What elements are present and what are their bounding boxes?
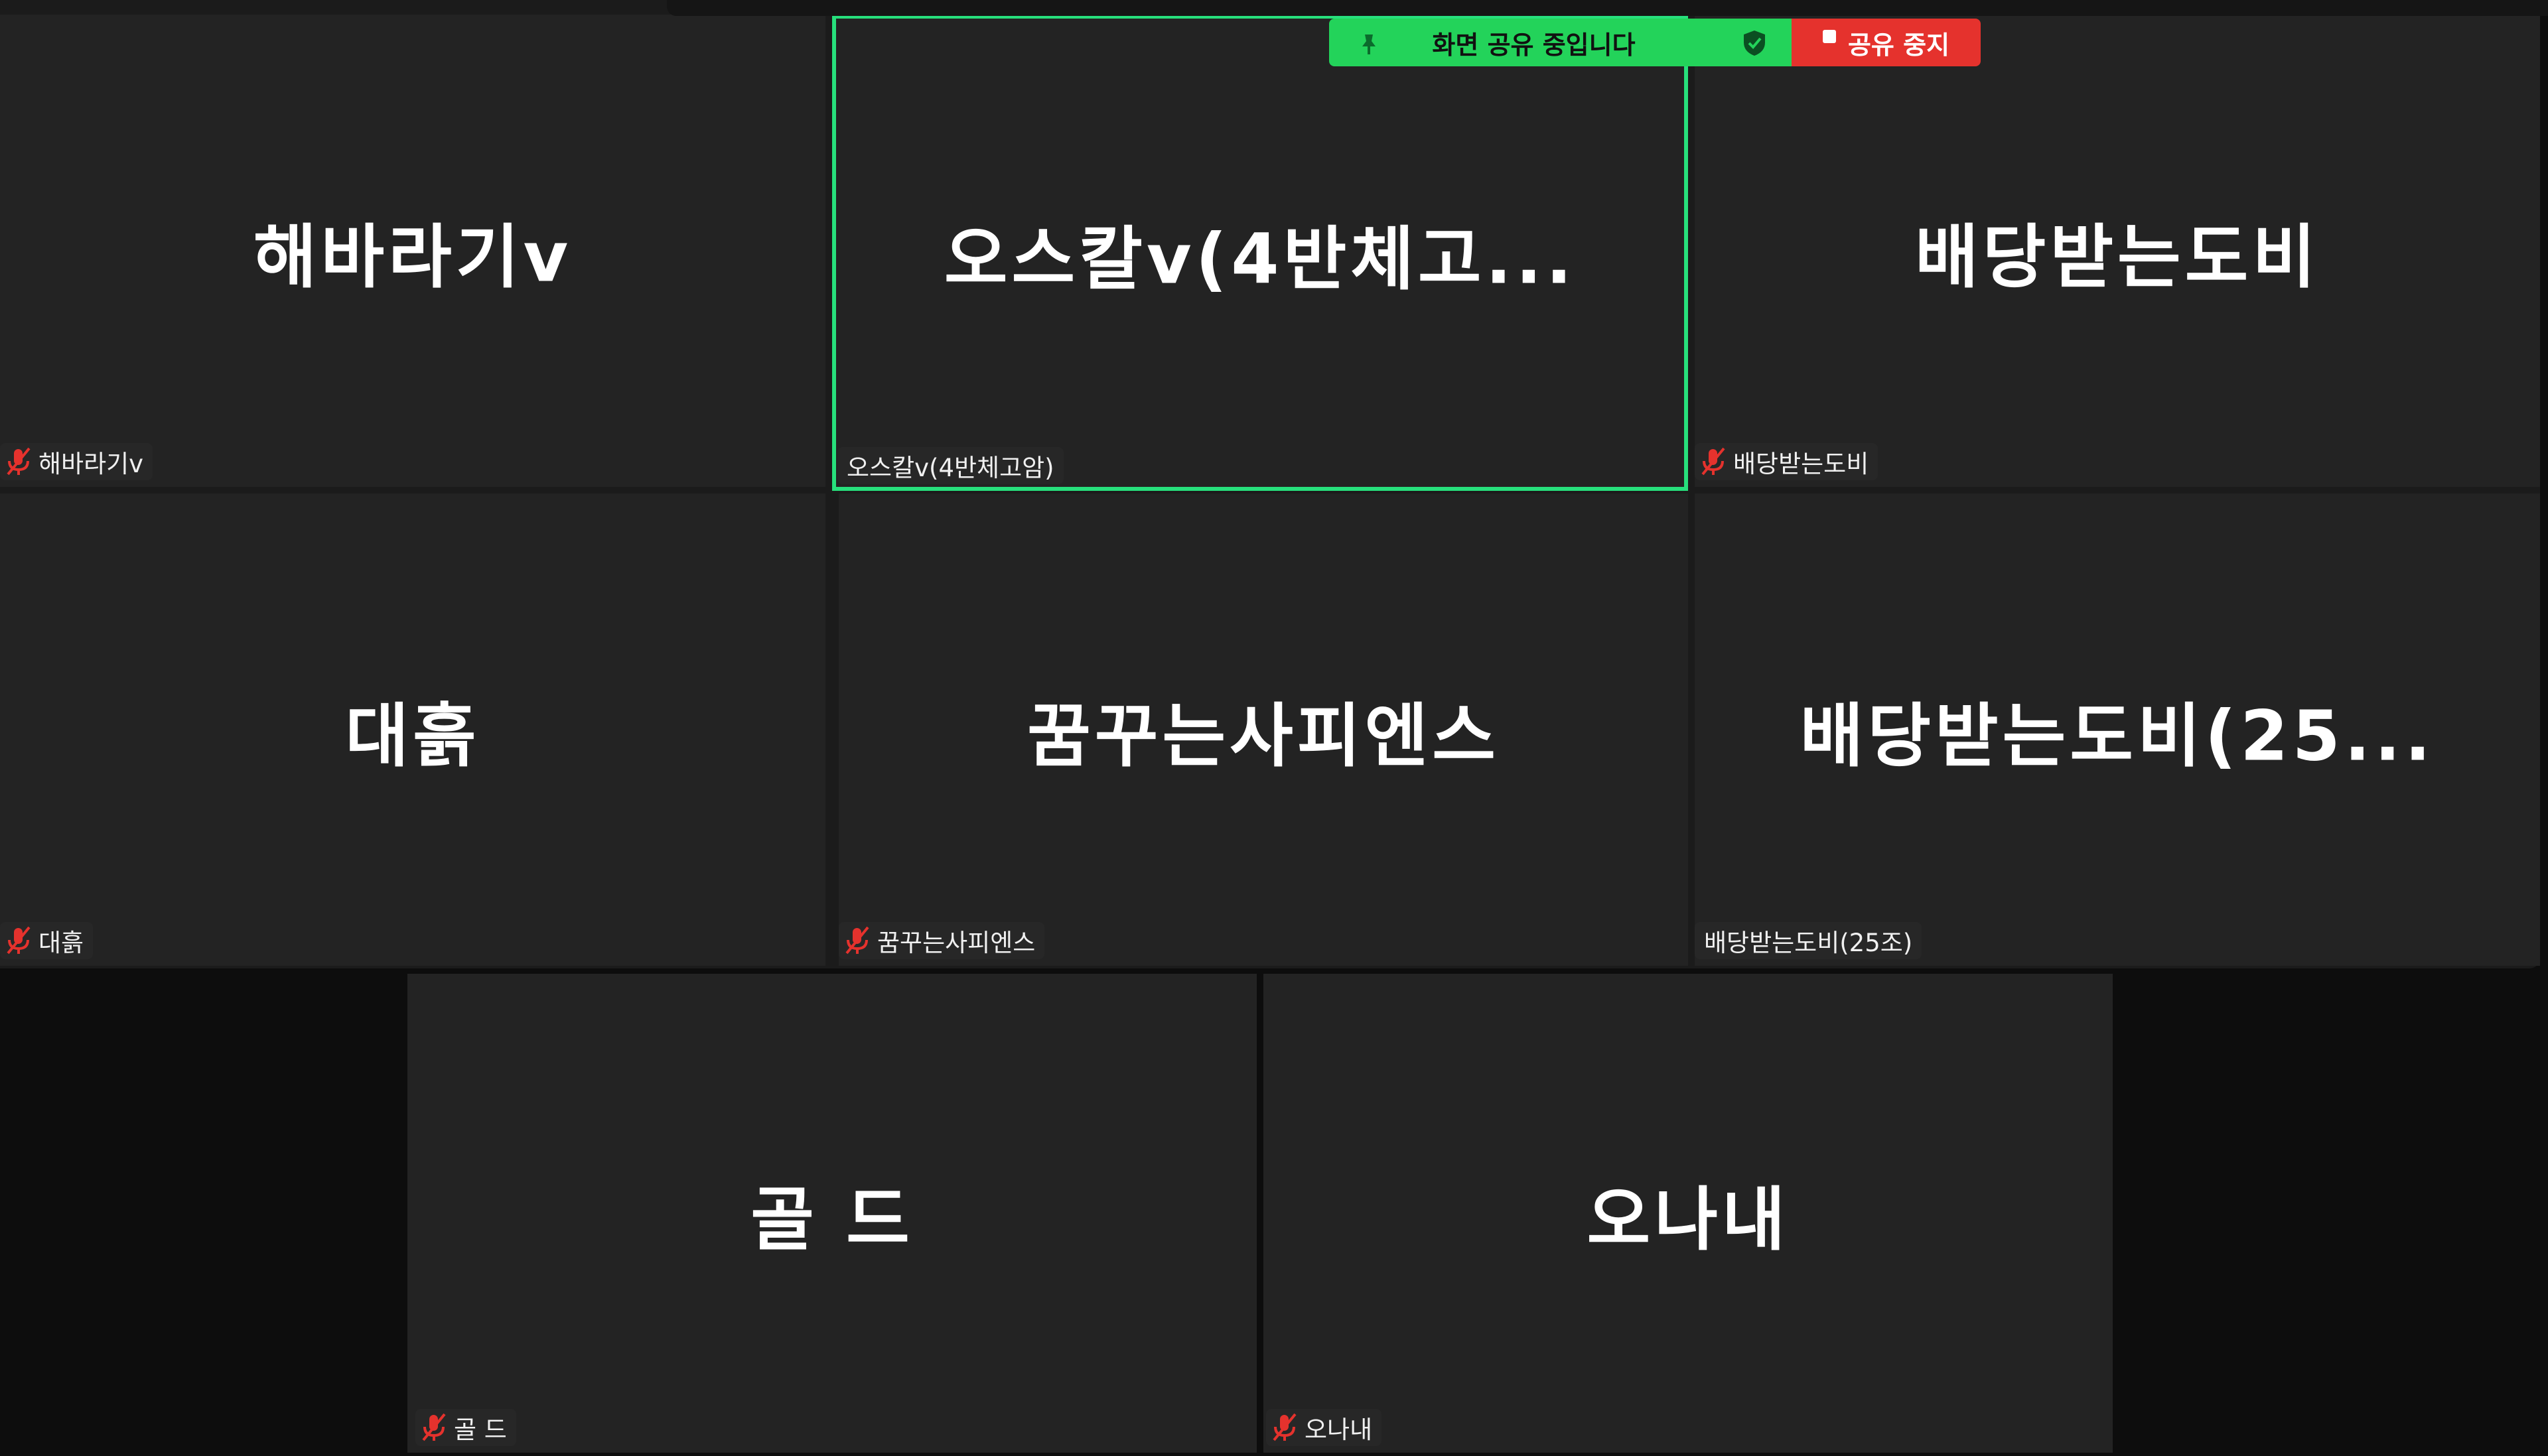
participant-display-name: 오스칼v(4반체고... bbox=[944, 218, 1577, 300]
participant-tile-7[interactable]: 골 드 골 드 bbox=[407, 974, 1257, 1453]
mic-muted-icon bbox=[1701, 447, 1725, 476]
top-toolbar bbox=[667, 0, 2548, 16]
participant-display-name: 골 드 bbox=[750, 1179, 914, 1260]
participant-tile-6[interactable]: 배당받는도비(25... 배당받는도비(25조) bbox=[1695, 494, 2540, 966]
participant-tile-2[interactable]: 오스칼v(4반체고... 오스칼v(4반체고암) bbox=[832, 15, 1688, 491]
participant-tile-3[interactable]: 배당받는도비 배당받는도비 bbox=[1695, 15, 2540, 487]
participant-display-name: 배당받는도비 bbox=[1914, 216, 2320, 298]
participant-name-tag: 오나내 bbox=[1266, 1409, 1382, 1446]
stop-share-label: 공유 중지 bbox=[1847, 30, 1950, 60]
mic-muted-icon bbox=[7, 447, 31, 476]
participant-name-tag: 꿈꾸는사피엔스 bbox=[839, 922, 1045, 959]
participant-display-name: 오나내 bbox=[1587, 1179, 1790, 1260]
participant-name-tag: 배당받는도비 bbox=[1695, 443, 1878, 480]
stop-share-button[interactable]: 공유 중지 bbox=[1792, 19, 1981, 66]
participant-label: 배당받는도비 bbox=[1733, 450, 1869, 478]
participant-label: 배당받는도비(25조) bbox=[1704, 929, 1913, 957]
participant-name-tag: 골 드 bbox=[415, 1409, 516, 1446]
shield-check-icon bbox=[1744, 31, 1765, 56]
participant-label: 대흙 bbox=[38, 929, 84, 957]
participant-display-name: 꿈꾸는사피엔스 bbox=[1027, 695, 1500, 777]
mic-muted-icon bbox=[845, 926, 869, 955]
participant-tile-8[interactable]: 오나내 오나내 bbox=[1263, 974, 2113, 1453]
mic-muted-icon bbox=[1273, 1413, 1297, 1441]
stop-square-icon bbox=[1822, 30, 1836, 43]
share-status-text: 화면 공유 중입니다 bbox=[1432, 30, 1636, 60]
participant-label: 꿈꾸는사피엔스 bbox=[877, 929, 1036, 957]
participant-name-tag: 배당받는도비(25조) bbox=[1695, 922, 1922, 959]
participant-name-tag: 대흙 bbox=[0, 922, 94, 959]
participant-name-tag: 해바라기v bbox=[0, 443, 153, 480]
participant-display-name: 대흙 bbox=[345, 695, 480, 777]
participant-tile-4[interactable]: 대흙 대흙 bbox=[0, 494, 825, 966]
participant-label: 해바라기v bbox=[38, 450, 144, 478]
zoom-meeting-window: 해바라기v 해바라기v 오스칼v(4반체고... 오스칼v(4반체고암) 배당받… bbox=[0, 0, 2548, 1456]
participant-label: 골 드 bbox=[454, 1416, 507, 1444]
mic-muted-icon bbox=[7, 926, 31, 955]
participant-label: 오나내 bbox=[1305, 1416, 1373, 1444]
participant-display-name: 해바라기v bbox=[253, 216, 573, 298]
participant-tile-5[interactable]: 꿈꾸는사피엔스 꿈꾸는사피엔스 bbox=[839, 494, 1688, 966]
participant-tile-1[interactable]: 해바라기v 해바라기v bbox=[0, 15, 825, 487]
share-status-panel[interactable]: 화면 공유 중입니다 bbox=[1329, 19, 1792, 66]
screen-share-bar: 화면 공유 중입니다 공유 중지 bbox=[1329, 19, 1981, 66]
gallery-view: 해바라기v 해바라기v 오스칼v(4반체고... 오스칼v(4반체고암) 배당받… bbox=[0, 0, 2540, 968]
participant-name-tag: 오스칼v(4반체고암) bbox=[837, 447, 1064, 484]
participant-label: 오스칼v(4반체고암) bbox=[847, 454, 1054, 482]
mic-muted-icon bbox=[422, 1413, 446, 1441]
participant-display-name: 배당받는도비(25... bbox=[1800, 695, 2435, 777]
